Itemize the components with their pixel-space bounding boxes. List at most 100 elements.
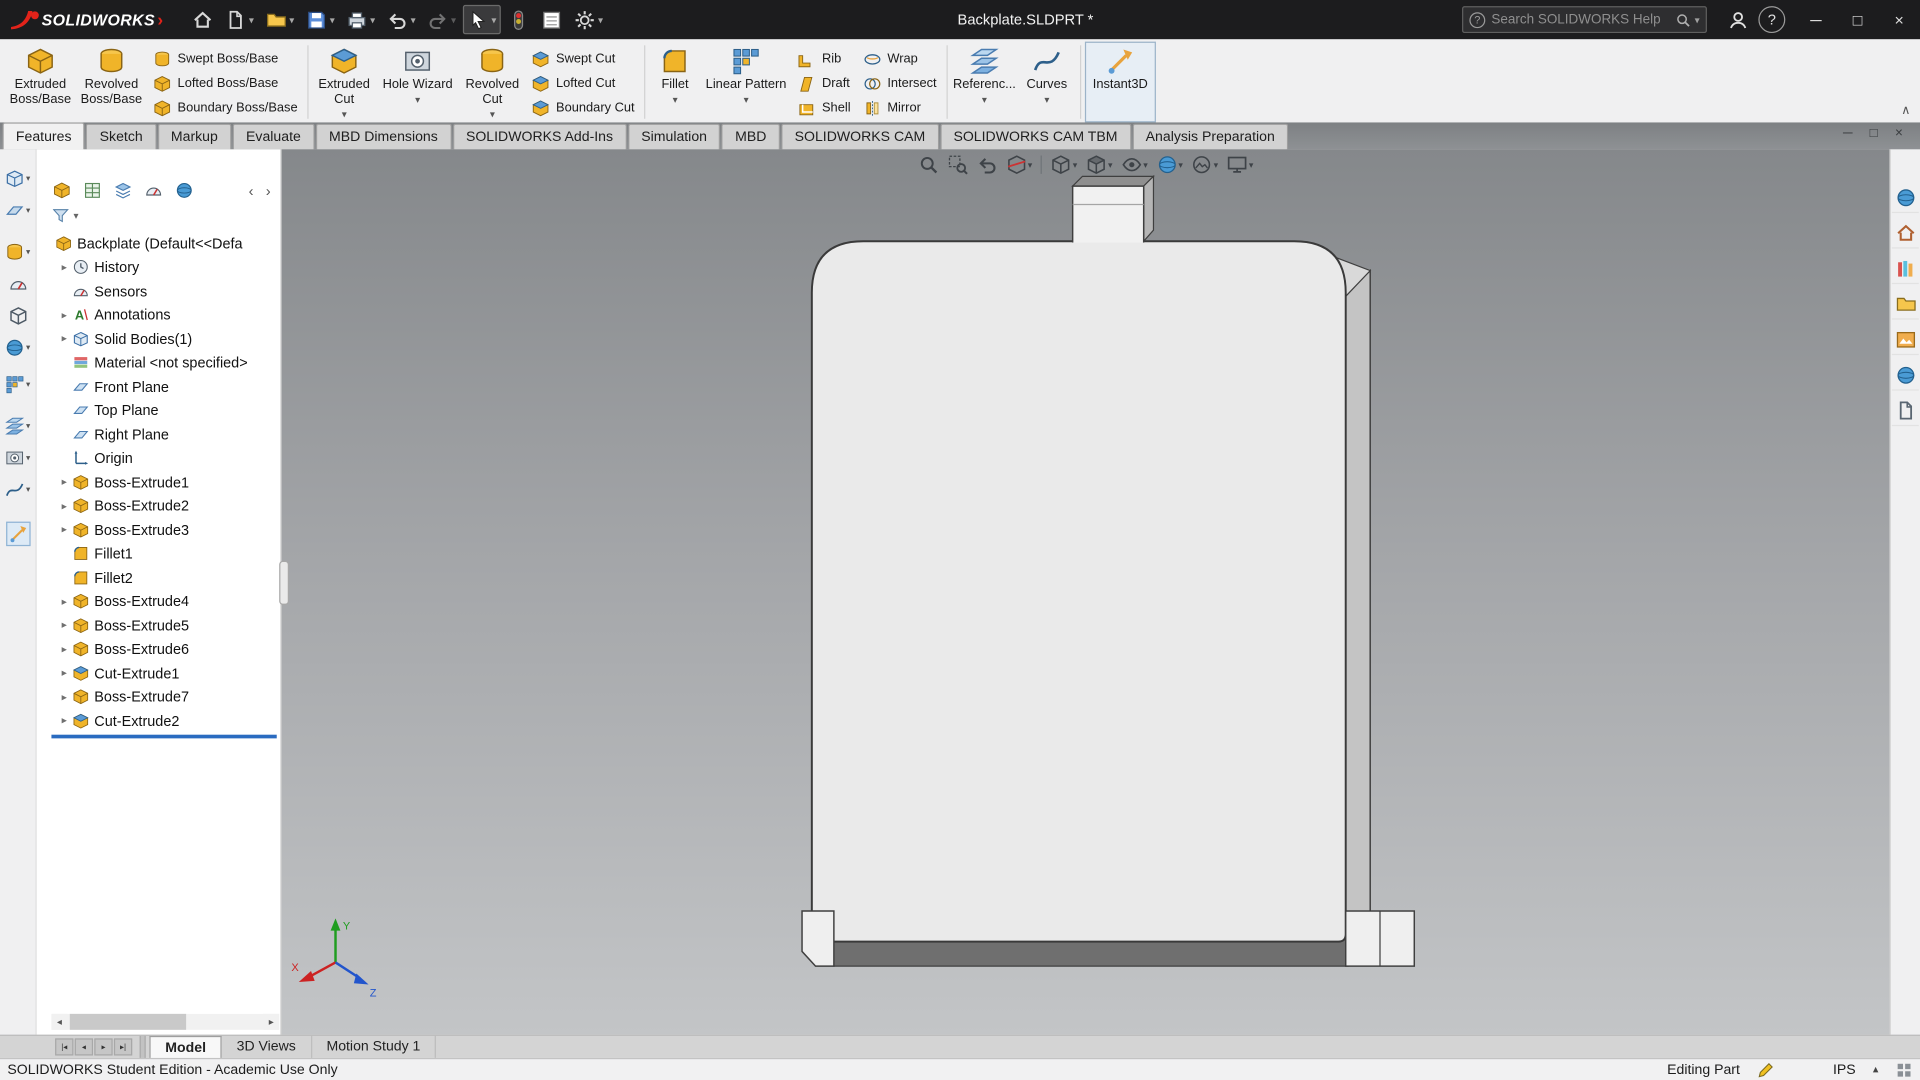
collapse-ribbon-button[interactable]: ∧ [1901,104,1910,117]
model-backplate[interactable]: Y X Z [282,149,1890,1034]
tree-item-solid-bodies[interactable]: ▸ Solid Bodies(1) [37,327,281,351]
doc-minimize-icon[interactable]: ─ [1843,126,1853,141]
tree-horizontal-scrollbar[interactable]: ◂ ▸ [51,1013,280,1030]
tab-markup[interactable]: Markup [157,123,232,150]
tree-item-boss-extrude5[interactable]: ▸ Boss-Extrude5 [37,613,281,637]
tab-addins[interactable]: SOLIDWORKS Add-Ins [452,123,627,150]
scrollbar-thumb[interactable] [69,1013,187,1030]
undo-button[interactable]: ▾ [382,5,420,34]
tree-item-boss-extrude4[interactable]: ▸ Boss-Extrude4 [37,590,281,614]
swept-cut-button[interactable]: Swept Cut [525,47,640,71]
next-tab-button[interactable]: ▸ [94,1038,113,1056]
tree-item-front-plane[interactable]: Front Plane [37,375,281,399]
panel-splitter-handle[interactable] [279,560,289,605]
tab-simulation[interactable]: Simulation [627,123,721,150]
rib-button[interactable]: Rib [791,47,856,71]
boundary-boss-button[interactable]: Boundary Boss/Base [147,96,304,120]
custom-properties-button[interactable] [1891,397,1919,427]
featuremanager-tree-tab-icon[interactable] [53,181,71,199]
lofted-cut-button[interactable]: Lofted Cut [525,71,640,95]
tab-splitter-handle[interactable] [139,1035,146,1058]
tree-item-origin[interactable]: Origin [37,446,281,470]
tree-item-cut-extrude1[interactable]: ▸ Cut-Extrude1 [37,661,281,685]
swept-boss-button[interactable]: Swept Boss/Base [147,47,304,71]
units-selector[interactable]: IPS [1833,1062,1856,1077]
intersect-button[interactable]: Intersect [857,71,943,95]
tree-item-backplate-root[interactable]: Backplate (Default<<Defa [37,231,281,255]
expand-arrow-icon[interactable]: ▸ [56,595,72,608]
quick-tips-icon[interactable] [1896,1061,1913,1078]
open-button[interactable]: ▾ [261,5,299,34]
tree-item-right-plane[interactable]: Right Plane [37,422,281,446]
tab-model[interactable]: Model [149,1035,222,1058]
instant3d-button[interactable]: Instant3D [1084,41,1156,123]
quick-toolbar-icon-7[interactable]: ▾ [3,372,33,396]
status-options-caret-icon[interactable]: ▴ [1873,1063,1879,1076]
appearances-scenes-button[interactable] [1891,361,1919,391]
expand-arrow-icon[interactable]: ▸ [56,261,72,274]
zoom-fit-button[interactable] [918,154,939,175]
tab-cam[interactable]: SOLIDWORKS CAM [781,123,939,150]
quick-toolbar-icon-1[interactable]: ▾ [3,167,33,191]
tree-item-fillet1[interactable]: Fillet1 [37,542,281,566]
tree-item-history[interactable]: ▸ History [37,255,281,279]
scrollbar-track[interactable] [67,1013,263,1030]
quick-toolbar-icon-10[interactable]: ▾ [3,478,33,502]
first-tab-button[interactable]: |◂ [55,1038,74,1056]
close-button[interactable]: × [1878,0,1920,39]
print-button[interactable]: ▾ [342,5,380,34]
expand-arrow-icon[interactable]: ▸ [56,643,72,656]
tab-sketch[interactable]: Sketch [86,123,157,150]
pane-prev-arrow[interactable]: ‹ [249,183,254,198]
help-button[interactable]: ? [1758,6,1786,34]
hole-wizard-button[interactable]: Hole Wizard ▾ [376,42,459,123]
revolved-boss-button[interactable]: Revolved Boss/Base [76,42,147,123]
tree-item-cut-extrude2[interactable]: ▸ Cut-Extrude2 [37,709,281,733]
search-scope-icon[interactable]: ? [1469,11,1486,28]
propertymanager-tab-icon[interactable] [83,181,101,199]
hide-show-items-button[interactable]: ▾ [1121,154,1148,175]
solidworks-resources-button[interactable] [1891,184,1919,214]
tab-3d-views[interactable]: 3D Views [222,1035,312,1058]
tree-item-boss-extrude6[interactable]: ▸ Boss-Extrude6 [37,637,281,661]
search-caret-icon[interactable]: ▾ [1695,14,1700,25]
expand-arrow-icon[interactable]: ▸ [56,666,72,679]
tree-item-material[interactable]: Material <not specified> [37,351,281,375]
view-palette-button[interactable] [1891,326,1919,356]
options-button[interactable]: ▾ [570,5,608,34]
extruded-cut-button[interactable]: Extruded Cut ▾ [312,42,376,123]
fillet-button[interactable]: Fillet ▾ [649,42,700,123]
quick-toolbar-icon-9[interactable]: ▾ [3,446,33,470]
search-input[interactable] [1491,12,1676,27]
new-document-button[interactable]: ▾ [221,5,259,34]
tab-cam-tbm[interactable]: SOLIDWORKS CAM TBM [939,123,1131,150]
graphics-viewport[interactable]: ▾ ▾ ▾ ▾ ▾ ▾ ▾ Y X Z [281,149,1890,1035]
account-button[interactable] [1722,4,1754,36]
display-style-button[interactable]: ▾ [1086,154,1113,175]
zoom-area-button[interactable] [947,154,968,175]
previous-tab-button[interactable]: ◂ [74,1038,94,1056]
quick-toolbar-icon-3[interactable]: ▾ [3,240,33,264]
save-button[interactable]: ▾ [302,5,340,34]
configurationmanager-tab-icon[interactable] [114,181,132,199]
tab-mbd-dimensions[interactable]: MBD Dimensions [315,123,452,150]
expand-arrow-icon[interactable]: ▸ [56,690,72,703]
tab-analysis-preparation[interactable]: Analysis Preparation [1132,123,1289,150]
file-properties-button[interactable] [537,5,568,34]
quick-toolbar-icon-2[interactable]: ▾ [3,198,33,222]
select-tool-button[interactable]: ▾ [463,4,502,35]
tab-features[interactable]: Features [2,122,85,150]
expand-arrow-icon[interactable]: ▸ [56,332,72,345]
expand-arrow-icon[interactable]: ▸ [56,714,72,727]
help-search[interactable]: ? ▾ [1462,6,1707,34]
view-settings-button[interactable]: ▾ [1227,154,1253,175]
quick-toolbar-icon-6[interactable]: ▾ [3,336,33,360]
quick-toolbar-icon-5[interactable] [6,304,30,328]
home-tab-button[interactable] [1891,219,1919,249]
search-icon[interactable] [1675,12,1691,28]
lofted-boss-button[interactable]: Lofted Boss/Base [147,71,304,95]
wrap-button[interactable]: Wrap [857,47,943,71]
quick-toolbar-icon-4[interactable] [6,272,30,296]
quick-toolbar-active-tool[interactable] [5,521,30,547]
last-tab-button[interactable]: ▸| [113,1038,133,1056]
